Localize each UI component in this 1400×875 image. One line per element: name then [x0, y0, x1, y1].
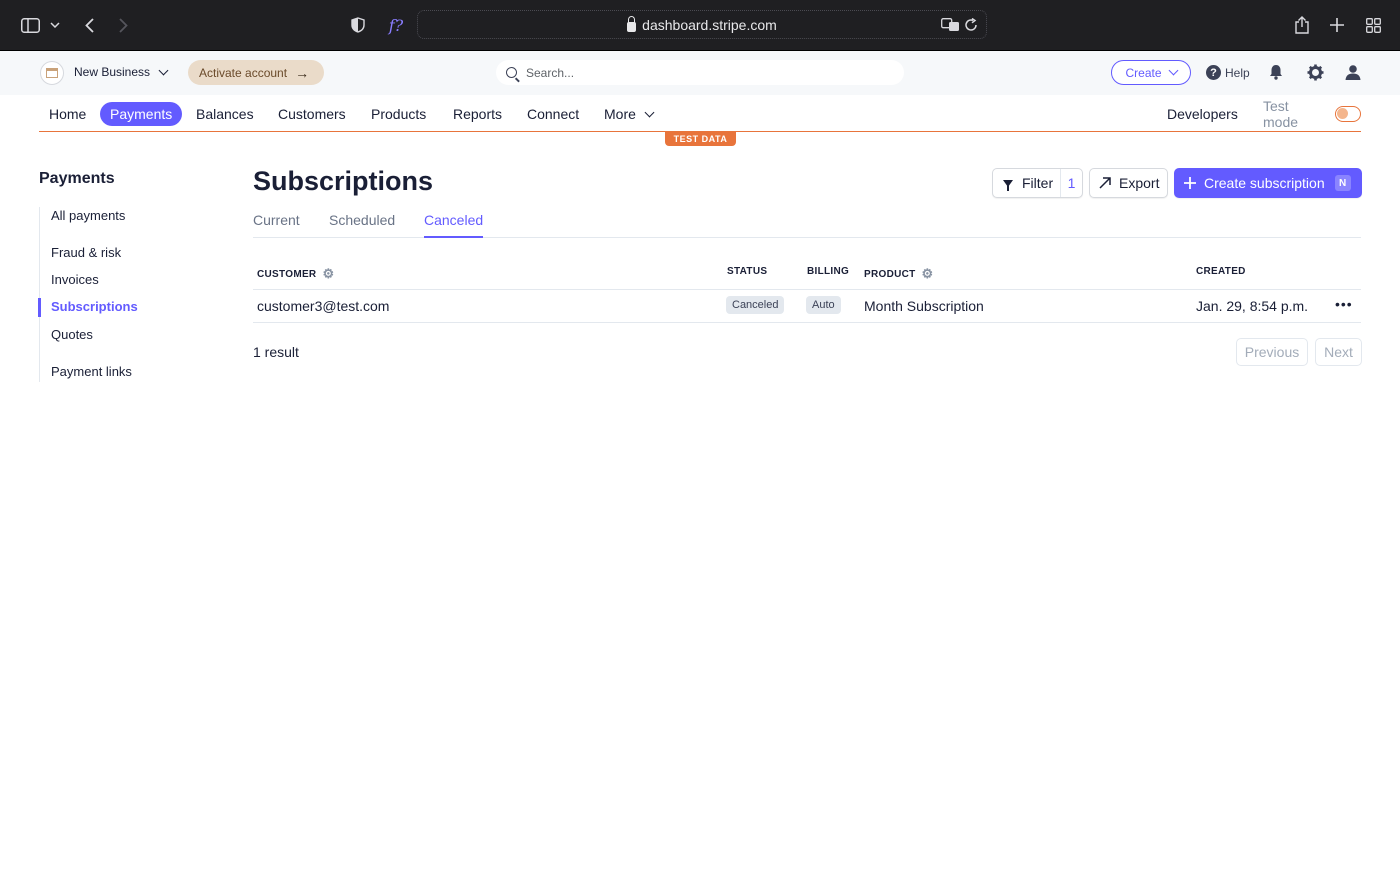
- search-icon: [506, 67, 517, 78]
- column-created[interactable]: CREATED: [1196, 266, 1246, 277]
- lock-icon: [627, 15, 637, 32]
- tab-canceled[interactable]: Canceled: [424, 212, 484, 238]
- sidebar-item-all-payments[interactable]: All payments: [51, 208, 125, 223]
- create-subscription-button[interactable]: Create subscription N: [1174, 168, 1362, 198]
- filter-count: 1: [1060, 169, 1082, 197]
- sidebar-active-marker: [38, 298, 41, 317]
- nav-item-payments[interactable]: Payments: [100, 102, 183, 126]
- column-settings-gear-icon[interactable]: ⚙: [322, 266, 334, 282]
- column-status[interactable]: STATUS: [727, 266, 767, 277]
- address-bar[interactable]: dashboard.stripe.com: [417, 10, 987, 39]
- sidebar-title: Payments: [39, 170, 115, 187]
- plus-icon: [1184, 177, 1196, 189]
- sidebar-rail: [39, 207, 40, 382]
- tab-scheduled[interactable]: Scheduled: [329, 212, 395, 238]
- test-data-banner: TEST DATA: [665, 132, 736, 146]
- dashboard-topbar: New Business Activate account → Search..…: [0, 51, 1400, 95]
- activate-account-button[interactable]: Activate account →: [188, 60, 324, 85]
- export-arrow-icon: [1099, 177, 1111, 189]
- cell-created: Jan. 29, 8:54 p.m.: [1196, 298, 1309, 314]
- billing-badge: Auto: [806, 296, 841, 314]
- back-icon[interactable]: [80, 14, 98, 36]
- business-icon[interactable]: [40, 61, 64, 85]
- forward-icon[interactable]: [114, 14, 132, 36]
- account-switcher[interactable]: New Business: [74, 65, 169, 79]
- nav-item-more[interactable]: More: [604, 102, 655, 126]
- tab-overview-icon[interactable]: [1364, 14, 1382, 36]
- nav-item-home[interactable]: Home: [49, 102, 86, 126]
- help-label: Help: [1225, 65, 1250, 80]
- settings-gear-icon[interactable]: [1305, 62, 1325, 82]
- tab-current[interactable]: Current: [253, 212, 300, 238]
- keyboard-shortcut-badge: N: [1334, 175, 1351, 191]
- export-label: Export: [1119, 175, 1160, 191]
- nav-item-products[interactable]: Products: [371, 102, 426, 126]
- filter-icon: [1003, 179, 1013, 191]
- previous-page-button[interactable]: Previous: [1236, 338, 1308, 366]
- nav-item-developers[interactable]: Developers: [1167, 102, 1238, 126]
- column-product-label: PRODUCT: [864, 268, 916, 280]
- help-icon: ?: [1206, 65, 1221, 80]
- user-profile-icon[interactable]: [1343, 62, 1363, 82]
- table-row[interactable]: customer3@test.com Canceled Auto Month S…: [253, 290, 1361, 323]
- filter-label: Filter: [1022, 175, 1054, 191]
- chevron-down-icon: [158, 65, 169, 75]
- column-settings-gear-icon[interactable]: ⚙: [922, 266, 934, 282]
- status-badge: Canceled: [726, 296, 785, 314]
- nav-item-reports[interactable]: Reports: [453, 102, 502, 126]
- nav-item-balances[interactable]: Balances: [196, 102, 254, 126]
- sidebar-item-fraud-risk[interactable]: Fraud & risk: [51, 245, 121, 260]
- browser-toolbar: f? dashboard.stripe.com: [0, 0, 1400, 51]
- toggle-switch: [1335, 106, 1361, 122]
- column-customer-label: CUSTOMER: [257, 268, 317, 280]
- tab-group-chevron-icon[interactable]: [49, 14, 61, 36]
- privacy-shield-icon[interactable]: [349, 14, 367, 36]
- notifications-bell-icon[interactable]: [1266, 62, 1286, 82]
- share-icon[interactable]: [1293, 14, 1311, 36]
- test-mode-label: Test mode: [1263, 98, 1299, 130]
- column-customer[interactable]: CUSTOMER ⚙: [257, 266, 334, 282]
- arrow-right-icon: →: [295, 64, 310, 81]
- create-button[interactable]: Create: [1111, 60, 1191, 85]
- subscription-tabs: Current Scheduled Canceled: [253, 210, 1361, 238]
- primary-nav: Home Payments Balances Customers Product…: [39, 95, 1361, 132]
- url-text: dashboard.stripe.com: [642, 16, 777, 33]
- create-subscription-label: Create subscription: [1204, 175, 1325, 191]
- next-page-button[interactable]: Next: [1315, 338, 1362, 366]
- business-name: New Business: [74, 65, 151, 79]
- page-title: Subscriptions: [253, 166, 434, 196]
- formula-extension-icon[interactable]: f?: [383, 14, 409, 36]
- column-product[interactable]: PRODUCT ⚙: [864, 266, 934, 282]
- nav-more-label: More: [604, 106, 636, 122]
- reload-icon[interactable]: [963, 14, 979, 36]
- table-header: CUSTOMER ⚙ STATUS BILLING PRODUCT ⚙ CREA…: [253, 258, 1361, 290]
- activate-account-label: Activate account: [199, 65, 288, 80]
- export-button[interactable]: Export: [1089, 168, 1168, 198]
- chevron-down-icon: [1168, 65, 1178, 76]
- row-overflow-menu-icon[interactable]: •••: [1335, 296, 1353, 312]
- sidebar-item-subscriptions[interactable]: Subscriptions: [51, 299, 138, 314]
- sidebar-item-payment-links[interactable]: Payment links: [51, 364, 132, 379]
- sidebar-item-invoices[interactable]: Invoices: [51, 272, 99, 287]
- column-billing[interactable]: BILLING: [807, 266, 849, 277]
- result-count: 1 result: [253, 344, 299, 360]
- translate-icon[interactable]: [940, 14, 960, 36]
- sidebar-toggle-icon[interactable]: [20, 14, 40, 36]
- filter-button[interactable]: Filter 1: [992, 168, 1083, 198]
- create-label: Create: [1125, 65, 1162, 80]
- sidebar-item-quotes[interactable]: Quotes: [51, 327, 93, 342]
- new-tab-icon[interactable]: [1328, 14, 1346, 36]
- help-button[interactable]: ? Help: [1206, 65, 1250, 80]
- cell-customer[interactable]: customer3@test.com: [257, 298, 389, 314]
- chevron-down-icon: [644, 107, 655, 117]
- nav-item-customers[interactable]: Customers: [278, 102, 346, 126]
- cell-product[interactable]: Month Subscription: [864, 298, 984, 314]
- search-placeholder: Search...: [526, 65, 575, 80]
- nav-item-connect[interactable]: Connect: [527, 102, 579, 126]
- search-input[interactable]: Search...: [496, 60, 904, 85]
- test-mode-toggle[interactable]: Test mode: [1263, 98, 1361, 130]
